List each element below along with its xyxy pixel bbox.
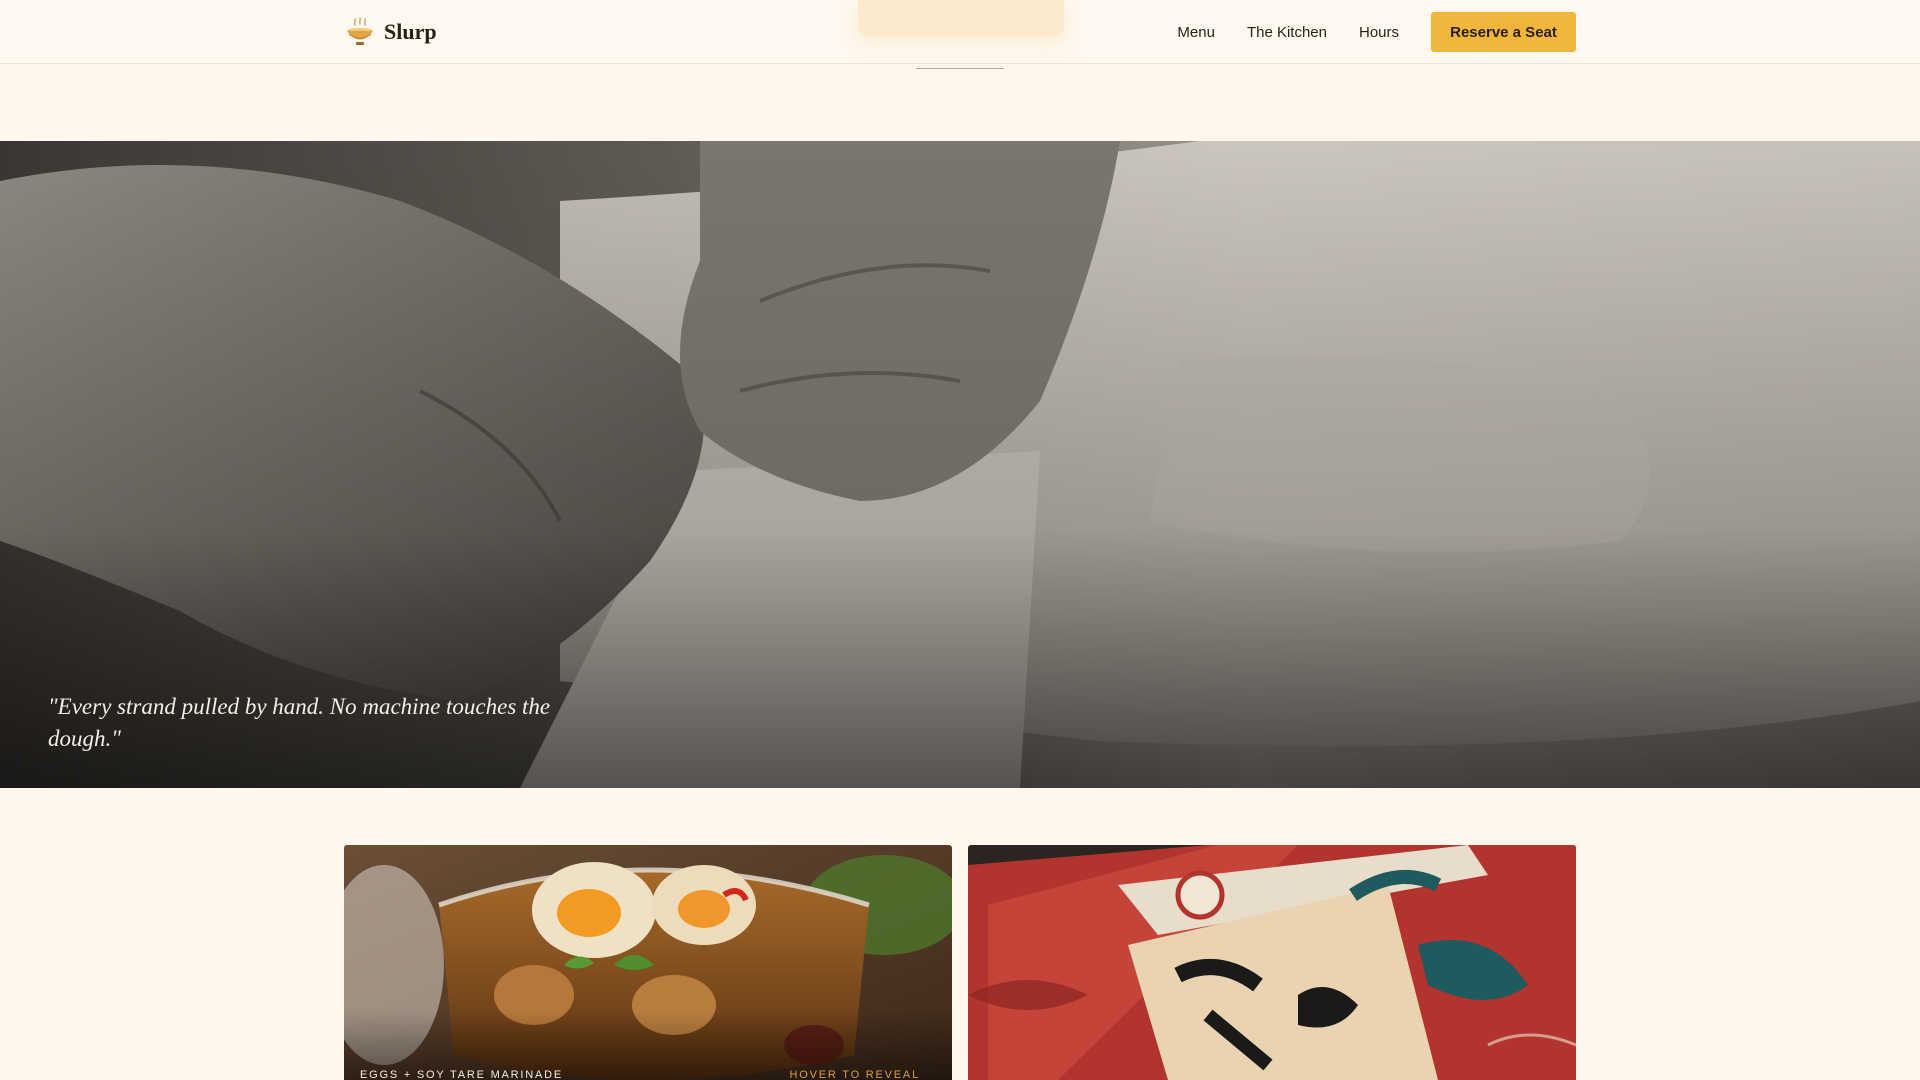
reserve-seat-button[interactable]: Reserve a Seat (1431, 12, 1576, 52)
card-caption: EGGS + SOY TARE MARINADE (360, 1069, 564, 1080)
card-dashi-package[interactable] (968, 845, 1576, 1080)
eggs-marinade-image (344, 845, 952, 1080)
nav-link-menu[interactable]: Menu (1177, 24, 1215, 41)
faded-popup-button (858, 0, 1064, 36)
brand-name: Slurp (384, 19, 437, 44)
ramen-bowl-icon (347, 17, 373, 45)
main-nav: Menu The Kitchen Hours Reserve a Seat (1177, 12, 1576, 52)
faded-underline (916, 68, 1004, 69)
card-eggs-marinade[interactable]: EGGS + SOY TARE MARINADE HOVER TO REVEAL (344, 845, 952, 1080)
brand-logo[interactable]: Slurp (344, 16, 437, 48)
dashi-package-image (968, 845, 1576, 1080)
feature-cards: EGGS + SOY TARE MARINADE HOVER TO REVEAL (344, 845, 1576, 1080)
card-hover-hint: HOVER TO REVEAL (789, 1069, 920, 1080)
nav-link-hours[interactable]: Hours (1359, 24, 1399, 41)
hero-quote: "Every strand pulled by hand. No machine… (48, 694, 551, 751)
hero-section: "Every strand pulled by hand. No machine… (0, 141, 1920, 788)
nav-link-the-kitchen[interactable]: The Kitchen (1247, 24, 1327, 41)
